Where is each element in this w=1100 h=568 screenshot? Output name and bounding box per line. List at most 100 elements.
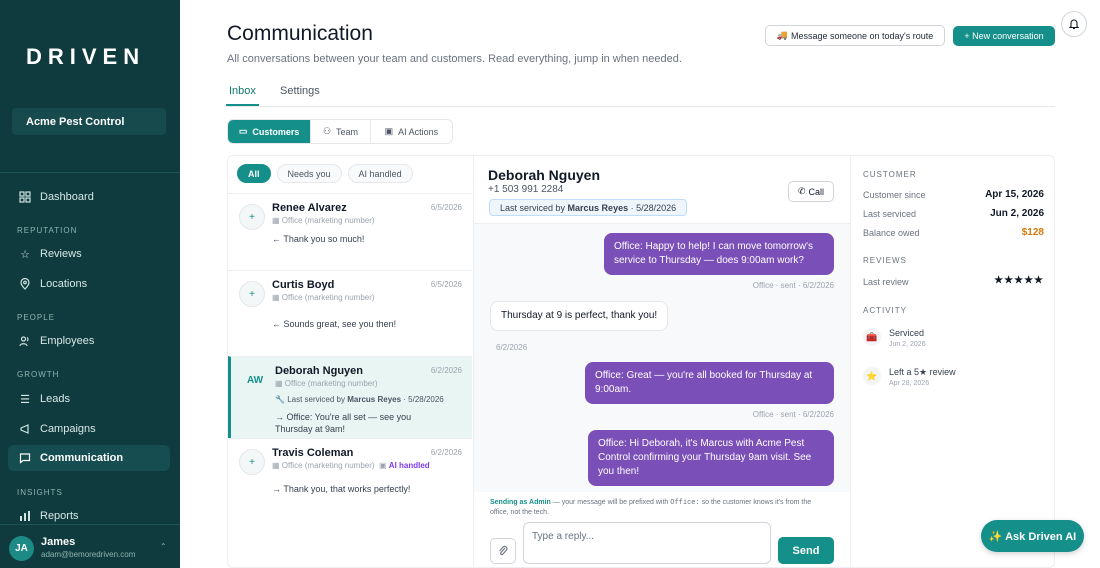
conversation-item[interactable]: + Travis Coleman 6/2/2026 ▦ Office (mark… (228, 438, 472, 510)
ai-handled-tag: AI handled (388, 461, 430, 470)
conversation-date: 6/2/2026 (430, 448, 462, 457)
channel-segmented-control: ▭ Customers ⚇ Team ▣ AI Actions (227, 119, 453, 144)
message-area: Office: Happy to help! I can move tomorr… (474, 224, 850, 492)
chat-thread: Deborah Nguyen +1 503 991 2284 Last serv… (474, 156, 850, 567)
sidebar-item-reviews[interactable]: ☆ Reviews (8, 241, 170, 267)
bar-chart-icon (18, 509, 32, 523)
avatar: + (239, 449, 265, 475)
conversation-name: Deborah Nguyen (275, 365, 364, 377)
building-icon: ▦ (272, 293, 282, 302)
conversation-date: 6/5/2026 (430, 203, 462, 212)
customer-info-panel: CUSTOMER Customer since Apr 15, 2026 Las… (850, 156, 1054, 567)
conversation-channel: ▦ Office (marketing number) (272, 216, 375, 225)
paperclip-icon[interactable] (490, 538, 516, 564)
sidebar-item-leads[interactable]: ☰ Leads (8, 386, 170, 412)
activity-title: Serviced (889, 328, 925, 338)
building-icon: ▦ (272, 216, 282, 225)
segment-team[interactable]: ⚇ Team (311, 120, 371, 143)
conversation-name: Renee Alvarez (272, 202, 347, 214)
divider (0, 172, 180, 173)
activity-date: Apr 28, 2026 (889, 380, 930, 387)
sidebar-item-communication[interactable]: Communication (8, 445, 170, 471)
message-incoming: Thursday at 9 is perfect, thank you! (490, 301, 669, 331)
activity-title: Left a 5★ review (889, 367, 956, 377)
filter-needs-you[interactable]: Needs you (276, 164, 342, 183)
star-icon: ☆ (20, 248, 30, 261)
users-icon (18, 334, 32, 348)
wrench-icon: 🔧 (275, 395, 288, 404)
avatar: + (239, 204, 265, 230)
sidebar-item-campaigns[interactable]: Campaigns (8, 416, 170, 442)
inbox-panel: All Needs you AI handled + Renee Alvarez… (227, 155, 1055, 568)
sending-text: — your message will be prefixed with (552, 499, 669, 506)
serviced-date: · 5/28/2026 (403, 395, 444, 404)
channel-label: Office (marketing number) (281, 461, 375, 470)
user-menu[interactable]: JA James adam@bemoredriven.com ⌃ (0, 524, 180, 568)
sidebar-item-dashboard[interactable]: Dashboard (8, 184, 170, 210)
conversation-item[interactable]: + Renee Alvarez 6/5/2026 ▦ Office (marke… (228, 193, 472, 270)
message-timestamp: 6/2/2026 (496, 343, 528, 352)
org-switcher[interactable]: Acme Pest Control (12, 108, 166, 135)
segment-label: Customers (252, 126, 300, 137)
conversation-item[interactable]: + Curtis Boyd 6/5/2026 ▦ Office (marketi… (228, 270, 472, 356)
technician-name: Marcus Reyes (347, 395, 402, 404)
conversation-name: Curtis Boyd (272, 279, 335, 291)
message-timestamp: Office · sent · 6/2/2026 (752, 410, 834, 419)
serviced-prefix: Last serviced by (287, 395, 345, 404)
filter-ai-handled[interactable]: AI handled (347, 164, 413, 183)
tab-settings[interactable]: Settings (280, 85, 320, 97)
message-route-label: Message someone on today's route (790, 30, 934, 41)
sending-prefix: Office: (670, 499, 700, 507)
user-name: James (41, 536, 76, 548)
users-icon: ⚇ (322, 126, 332, 136)
segment-customers[interactable]: ▭ Customers (228, 120, 312, 143)
section-reputation: REPUTATION (17, 226, 78, 235)
message-timestamp: Office · sent · 6/2/2026 (752, 281, 834, 290)
chat-header: Deborah Nguyen +1 503 991 2284 Last serv… (474, 156, 850, 224)
sidebar-item-label: Communication (40, 452, 124, 464)
contact-name: Deborah Nguyen (488, 167, 601, 183)
channel-label: Office (marketing number) (281, 293, 375, 302)
megaphone-icon (18, 422, 32, 436)
conversation-date: 6/5/2026 (430, 280, 462, 289)
chat-icon (18, 451, 32, 465)
conversation-channel: ▦ Office (marketing number) ▣ AI handled (272, 461, 430, 470)
page-subtitle: All conversations between your team and … (227, 53, 682, 65)
last-serviced-value: Jun 2, 2026 (990, 208, 1044, 219)
filter-chips: All Needs you AI handled (237, 164, 413, 184)
chevron-up-icon: ⌃ (160, 542, 167, 551)
avatar: + (239, 281, 265, 307)
avatar: JA (9, 536, 34, 561)
send-button[interactable]: Send (778, 537, 834, 564)
reply-input[interactable]: Type a reply... (523, 522, 771, 564)
message-route-button[interactable]: 🚚 Message someone on today's route (765, 25, 945, 46)
filter-all[interactable]: All (237, 164, 271, 183)
segment-label: AI Actions (398, 126, 439, 137)
sidebar-item-label: Reports (40, 510, 79, 522)
phone-icon: ✆ (797, 186, 806, 196)
sidebar-item-label: Locations (40, 278, 88, 290)
sidebar-item-locations[interactable]: Locations (8, 271, 170, 297)
sending-as-note: Sending as Admin — your message will be … (490, 498, 830, 518)
active-tab-indicator (226, 104, 259, 106)
message-outgoing: Office: Hi Deborah, it's Marcus with Acm… (588, 430, 834, 486)
sidebar-item-employees[interactable]: Employees (8, 328, 170, 354)
section-insights: INSIGHTS (17, 488, 63, 497)
segment-ai-actions[interactable]: ▣ AI Actions (371, 120, 452, 143)
call-button[interactable]: ✆ Call (788, 181, 834, 202)
conversation-item-selected[interactable]: AW Deborah Nguyen 6/2/2026 ▦ Office (mar… (228, 356, 472, 438)
logo: DRIVEN (26, 44, 146, 69)
new-conversation-button[interactable]: + New conversation (953, 26, 1055, 46)
sidebar: DRIVEN Acme Pest Control Dashboard REPUT… (0, 0, 180, 568)
toolbox-icon: 🧰 (863, 328, 881, 346)
review-stars: ★★★★★ (994, 275, 1044, 286)
star-icon: ⭐ (863, 367, 881, 385)
robot-icon: ▣ (379, 461, 389, 470)
conversation-preview: ← Thank you so much! (272, 234, 365, 244)
tab-inbox[interactable]: Inbox (229, 85, 256, 97)
conversation-channel: ▦ Office (marketing number) (272, 293, 375, 302)
ask-driven-ai-button[interactable]: ✨ Ask Driven AI (981, 520, 1084, 552)
channel-label: Office (marketing number) (281, 216, 375, 225)
bell-icon[interactable] (1061, 11, 1087, 37)
truck-icon: 🚚 (776, 30, 788, 40)
